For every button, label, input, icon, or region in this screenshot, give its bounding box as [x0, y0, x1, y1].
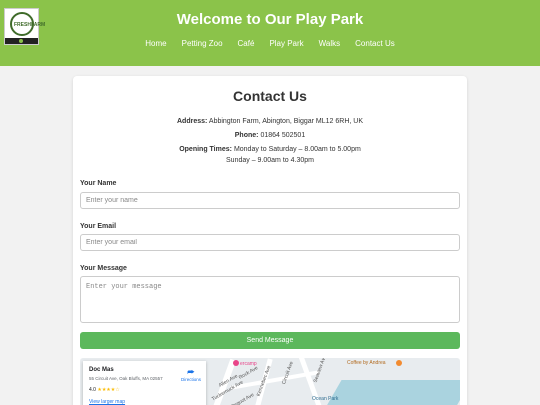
- nav-walks[interactable]: Walks: [319, 39, 340, 48]
- map-place-rating: 4.0 ★★★★☆: [89, 387, 120, 393]
- view-larger-map-link[interactable]: View larger map: [89, 399, 125, 405]
- phone-label: Phone:: [234, 132, 259, 139]
- message-label: Your Message: [80, 265, 127, 272]
- name-label: Your Name: [80, 180, 117, 187]
- map-place-name: Doc Mas: [89, 367, 114, 373]
- hours-sunday: Sunday – 9.00am to 4.30pm: [226, 157, 314, 164]
- map-label-ocean-park: Ocean Park: [312, 396, 339, 402]
- embedded-map[interactable]: ercamp Coffee by Andrea Ocean Park Circu…: [80, 358, 460, 405]
- contact-title: Contact Us: [233, 88, 307, 104]
- directions-icon: ⮫: [187, 368, 195, 377]
- message-textarea[interactable]: [80, 276, 460, 323]
- email-label: Your Email: [80, 223, 117, 230]
- site-title: Welcome to Our Play Park: [176, 11, 364, 28]
- map-pin-orange[interactable]: [396, 360, 402, 366]
- hours-line-2: Sunday – 9.00am to 4.30pm: [73, 157, 467, 164]
- address-value: Abbington Farm, Abington, Biggar ML12 6R…: [208, 118, 363, 125]
- map-water: [318, 380, 460, 405]
- hours-line-1: Opening Times: Monday to Saturday – 8.00…: [73, 146, 467, 153]
- map-rating-value: 4.0: [89, 387, 96, 393]
- nav-petting-zoo[interactable]: Petting Zoo: [182, 39, 223, 48]
- nav-home[interactable]: Home: [145, 39, 166, 48]
- map-place-address: 55 Circuit Ave, Oak Bluffs, MA 02557: [89, 376, 163, 381]
- address-label: Address:: [177, 118, 208, 125]
- phone-line: Phone: 01864 502501: [73, 132, 467, 139]
- map-label-pequot-ave: Pequot Ave: [230, 392, 256, 405]
- phone-value: 01864 502501: [260, 132, 306, 139]
- name-input[interactable]: [80, 192, 460, 209]
- directions-button[interactable]: ⮫ Directions: [180, 368, 202, 382]
- map-label-coffee: Coffee by Andrea: [347, 360, 386, 366]
- address-line: Address: Abbington Farm, Abington, Bigga…: [73, 118, 467, 125]
- map-pin-pink[interactable]: [233, 360, 239, 366]
- map-label-circuit-ave: Circuit Ave: [281, 360, 295, 386]
- main-nav: Home Petting Zoo Café Play Park Walks Co…: [0, 39, 540, 48]
- nav-play-park[interactable]: Play Park: [269, 39, 303, 48]
- hours-label: Opening Times:: [179, 146, 232, 153]
- star-rating-icon: ★★★★☆: [97, 387, 120, 393]
- send-message-button[interactable]: Send Message: [80, 332, 460, 349]
- contact-card: Contact Us Address: Abbington Farm, Abin…: [73, 76, 467, 405]
- site-header: FRESHFARM Welcome to Our Play Park Home …: [0, 0, 540, 66]
- nav-cafe[interactable]: Café: [238, 39, 255, 48]
- email-input[interactable]: [80, 234, 460, 251]
- nav-contact-us[interactable]: Contact Us: [355, 39, 395, 48]
- directions-label: Directions: [180, 377, 201, 382]
- hours-weekday: Monday to Saturday – 8.00am to 5.00pm: [233, 146, 361, 153]
- map-place-card: Doc Mas 55 Circuit Ave, Oak Bluffs, MA 0…: [83, 361, 206, 405]
